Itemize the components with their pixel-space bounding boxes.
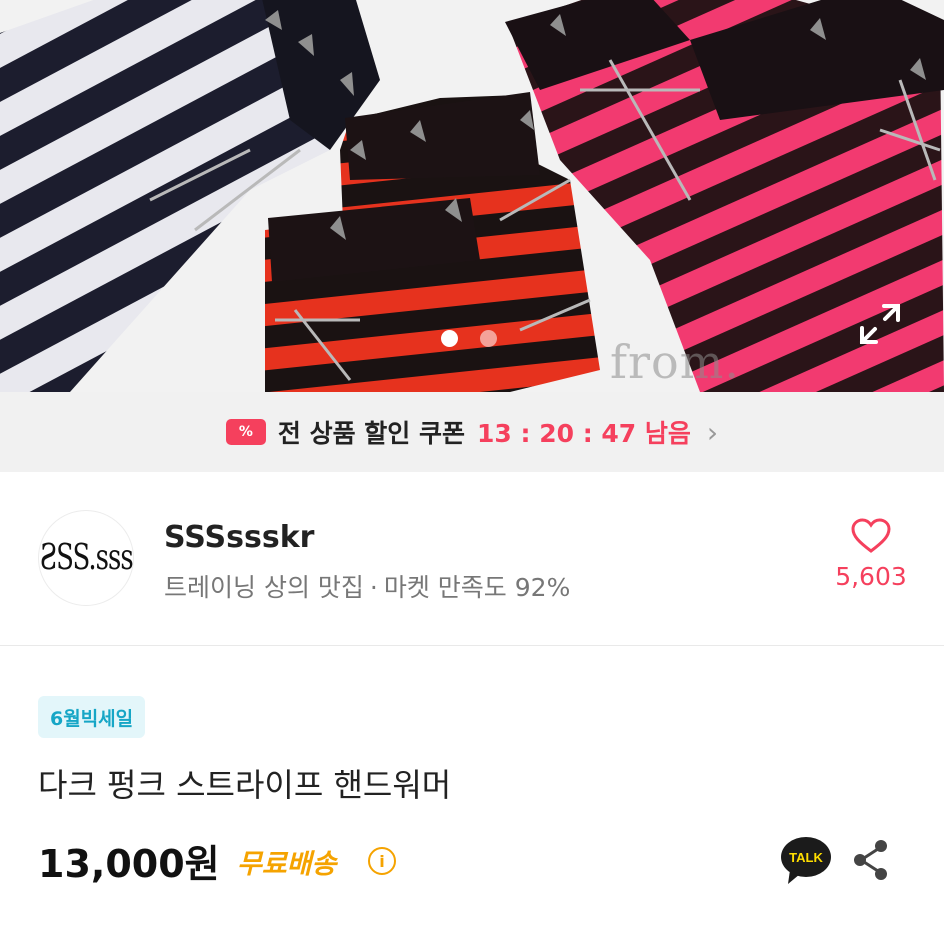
coupon-label: 전 상품 할인 쿠폰: [277, 419, 466, 448]
share-icon: [854, 840, 887, 880]
pager-dot[interactable]: [480, 330, 497, 347]
shop-category: 트레이닝 상의 맛집: [164, 573, 364, 602]
pager-dot-active[interactable]: [441, 330, 458, 347]
shop-name[interactable]: SSSssskr: [164, 520, 314, 555]
coupon-timer: 13 : 20 : 47 남음: [477, 419, 691, 448]
shop-info[interactable]: ƧSS.sss SSSssskr 트레이닝 상의 맛집 · 마켓 만족도 92% 5…: [0, 472, 944, 646]
shop-satisfaction: 마켓 만족도 92%: [383, 573, 571, 602]
info-icon[interactable]: i: [368, 847, 396, 875]
carousel-pager: [441, 330, 497, 347]
shop-avatar-logo: ƧSS.sss: [39, 537, 133, 579]
shop-avatar[interactable]: ƧSS.sss: [38, 510, 134, 606]
heart-icon: [851, 518, 891, 553]
kakao-talk-button[interactable]: TALK: [778, 834, 834, 886]
shop-description: 트레이닝 상의 맛집 · 마켓 만족도 92%: [164, 568, 570, 604]
talk-bubble-icon: TALK: [781, 837, 831, 884]
shop-desc-separator: ·: [369, 573, 378, 602]
coupon-banner[interactable]: % 전 상품 할인 쿠폰 13 : 20 : 47 남음 ›: [0, 392, 944, 472]
image-watermark: from.: [610, 335, 740, 389]
like-button[interactable]: 5,603: [826, 518, 916, 591]
sale-tag: 6월빅세일: [38, 696, 146, 738]
coupon-icon: %: [225, 419, 266, 445]
talk-label: TALK: [789, 850, 823, 865]
chevron-right-icon: ›: [706, 415, 719, 449]
product-title: 다크 펑크 스트라이프 핸드워머: [38, 766, 452, 804]
like-count: 5,603: [835, 562, 907, 591]
expand-icon: [860, 304, 900, 344]
free-shipping-label: 무료배송: [237, 849, 337, 880]
expand-image-button[interactable]: [856, 300, 904, 348]
product-image-carousel[interactable]: from.: [0, 0, 944, 392]
share-button[interactable]: [851, 838, 891, 882]
product-price: 13,000원: [38, 842, 220, 886]
